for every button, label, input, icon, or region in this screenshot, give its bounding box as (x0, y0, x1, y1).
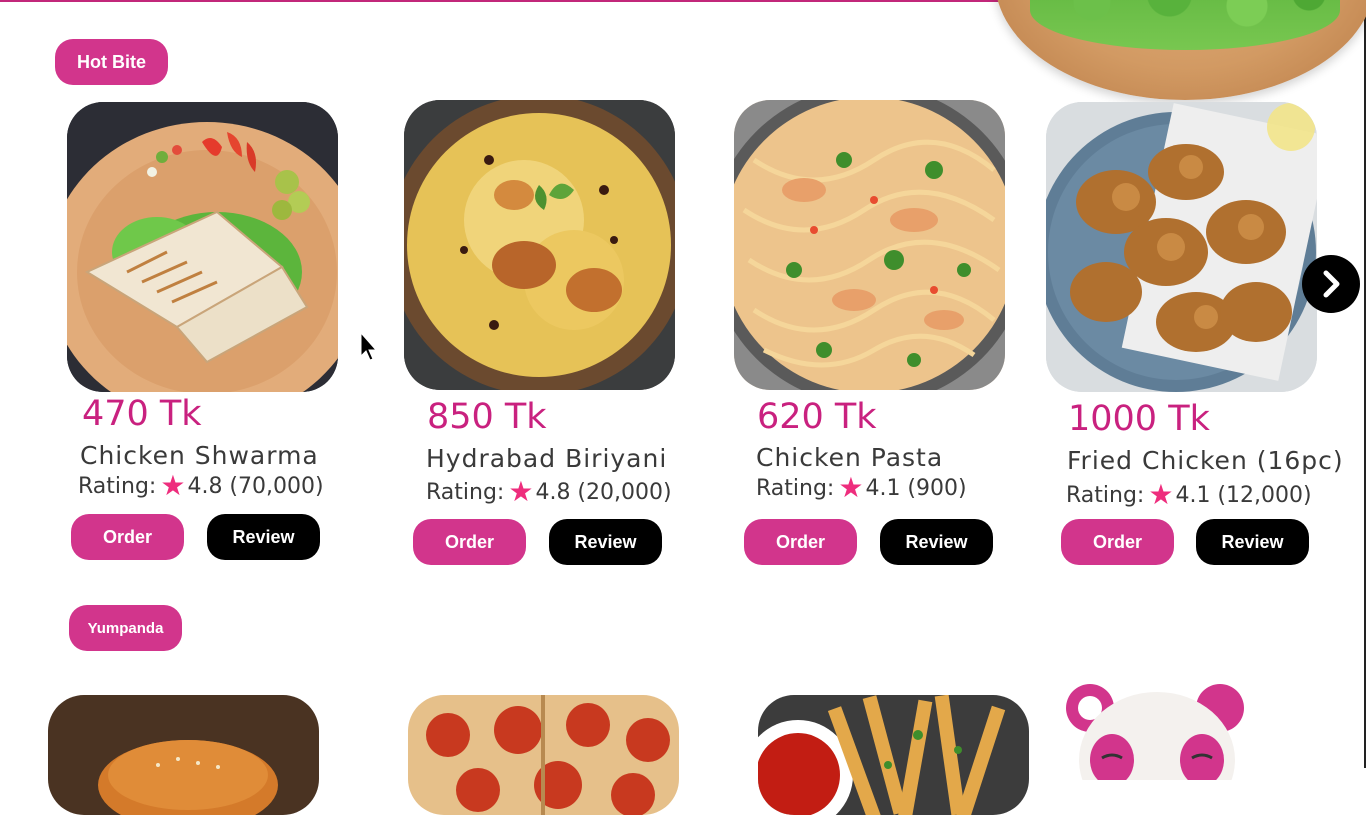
fries-image[interactable] (758, 695, 1029, 815)
pizza-image[interactable] (408, 695, 679, 815)
product-name: Chicken Pasta (756, 443, 944, 472)
product-name: Fried Chicken (16pc) (1067, 446, 1344, 475)
star-icon: ★ (508, 475, 534, 508)
rating-label: Rating: (1066, 482, 1145, 508)
hydrabad-biriyani-image[interactable] (404, 100, 675, 390)
rating-label: Rating: (756, 475, 835, 501)
section-hot-bite[interactable]: Hot Bite (55, 39, 168, 85)
order-button[interactable]: Order (413, 519, 526, 565)
top-divider (0, 0, 1010, 2)
review-button[interactable]: Review (880, 519, 993, 565)
product-price: 620 Tk (757, 397, 877, 437)
chicken-shwarma-image[interactable] (67, 102, 338, 392)
review-button[interactable]: Review (1196, 519, 1309, 565)
mouse-cursor-icon (360, 332, 378, 361)
product-price: 850 Tk (427, 397, 547, 437)
fried-chicken-image[interactable] (1046, 102, 1317, 392)
product-name: Hydrabad Biriyani (426, 444, 668, 473)
product-rating: Rating: ★ 4.8 (20,000) (426, 478, 672, 506)
order-button[interactable]: Order (744, 519, 857, 565)
rating-value: 4.1 (900) (865, 475, 967, 501)
burger-image[interactable] (48, 695, 319, 815)
chicken-pasta-image[interactable] (734, 100, 1005, 390)
rating-value: 4.8 (70,000) (187, 473, 324, 499)
chevron-right-icon (1323, 270, 1340, 298)
section-yumpanda[interactable]: Yumpanda (69, 605, 182, 651)
star-icon: ★ (1148, 478, 1174, 511)
review-button[interactable]: Review (549, 519, 662, 565)
rating-value: 4.1 (12,000) (1175, 482, 1312, 508)
order-button[interactable]: Order (1061, 519, 1174, 565)
product-rating: Rating: ★ 4.1 (12,000) (1066, 481, 1312, 509)
order-button[interactable]: Order (71, 514, 184, 560)
product-price: 470 Tk (82, 394, 202, 434)
panda-mascot-image (1062, 680, 1252, 815)
star-icon: ★ (838, 471, 864, 504)
product-price: 1000 Tk (1068, 399, 1210, 439)
rating-label: Rating: (426, 479, 505, 505)
product-rating: Rating: ★ 4.1 (900) (756, 474, 967, 502)
rating-label: Rating: (78, 473, 157, 499)
product-name: Chicken Shwarma (80, 441, 319, 470)
review-button[interactable]: Review (207, 514, 320, 560)
carousel-next-button[interactable] (1302, 255, 1360, 313)
product-rating: Rating: ★ 4.8 (70,000) (78, 472, 324, 500)
star-icon: ★ (160, 469, 186, 502)
rating-value: 4.8 (20,000) (535, 479, 672, 505)
